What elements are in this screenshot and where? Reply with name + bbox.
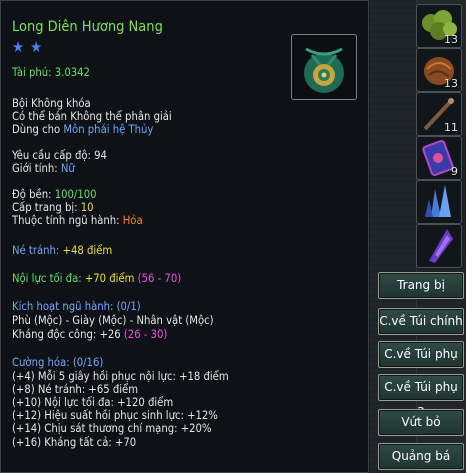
move-to-bag-2-button[interactable]: C.về Túi phụ 2	[378, 341, 464, 386]
equip-button[interactable]: Trang bị	[378, 272, 464, 299]
drop-button[interactable]: Vứt bỏ	[378, 409, 464, 436]
dodge-stat: Né tránh: +48 điểm	[12, 244, 112, 258]
inventory-slot-staff[interactable]: 11	[416, 92, 462, 136]
window-frame-rail	[370, 0, 417, 473]
max-mana-value: +70 điểm	[84, 272, 138, 285]
equip-level: Cấp trang bị: 10	[12, 201, 94, 215]
item-flag-sell: Có thể bán Không thể phân giải	[12, 110, 172, 123]
inventory-slot-herbs[interactable]: 13	[416, 4, 462, 48]
inventory-slot-purple-crystal[interactable]	[416, 224, 462, 268]
usage-label: Dùng cho	[12, 123, 64, 136]
enhance-line: (+16) Kháng tất cả: +70	[12, 436, 137, 449]
gender-requirement: Giới tính: Nữ	[12, 162, 75, 176]
max-mana-range: (56 - 70)	[137, 272, 182, 285]
element-attribute: Thuộc tính ngũ hành: Hỏa	[12, 214, 143, 228]
durability-value: 100/100	[54, 188, 97, 201]
poison-res-range: (26 - 30)	[123, 328, 168, 341]
item-count: 11	[444, 121, 458, 134]
inventory-slot-blue-crystal[interactable]	[416, 180, 462, 224]
dodge-label: Né tránh:	[12, 244, 63, 257]
durability: Độ bền: 100/100	[12, 188, 97, 202]
move-to-bag-3-button[interactable]: C.về Túi phụ 3	[378, 374, 464, 419]
purple-crystal-icon	[429, 229, 453, 263]
gender-label: Giới tính:	[12, 162, 61, 175]
item-name: Long Diên Hương Nang	[12, 19, 163, 35]
enhance-line: (+4) Mỗi 5 giây hồi phục nội lực: +18 đi…	[12, 370, 229, 383]
poison-res-label: Kháng độc công: +26	[12, 328, 124, 341]
advertise-button[interactable]: Quảng bá	[378, 443, 464, 470]
enhance-line: (+12) Hiệu suất hồi phục sinh lực: +12%	[12, 409, 218, 422]
max-mana-stat: Nội lực tối đa: +70 điểm (56 - 70)	[12, 272, 181, 286]
item-tooltip: Long Diên Hương Nang ★★ Tài phú: 3.0342 …	[0, 0, 369, 473]
pouch-item-icon	[304, 47, 344, 93]
inventory-column: 13 13 11 9	[414, 0, 466, 270]
inventory-slot-rune[interactable]: 9	[416, 136, 462, 180]
enhance-line: (+14) Chịu sát thương chí mạng: +20%	[12, 422, 212, 435]
item-count: 13	[444, 77, 458, 90]
durability-label: Độ bền:	[12, 188, 55, 201]
activation-requirement: Phù (Mộc) - Giày (Mộc) - Nhân vật (Mộc)	[12, 314, 214, 327]
poison-resistance: Kháng độc công: +26 (26 - 30)	[12, 328, 167, 342]
item-image-frame	[291, 34, 357, 100]
max-mana-label: Nội lực tối đa:	[12, 272, 85, 285]
stars-icon: ★★	[12, 38, 49, 56]
item-usage: Dùng cho Môn phái hệ Thủy	[12, 123, 153, 137]
item-flag-unlocked: Bội Không khóa	[12, 97, 91, 110]
dodge-value: +48 điểm	[62, 244, 113, 257]
usage-value: Môn phái hệ Thủy	[63, 123, 154, 136]
equip-level-value: 10	[80, 201, 94, 214]
inventory-slot-coconut[interactable]: 13	[416, 48, 462, 92]
gender-value: Nữ	[60, 162, 75, 175]
activation-title: Kích hoạt ngũ hành: (0/1)	[12, 300, 141, 313]
move-to-main-bag-button[interactable]: C.về Túi chính	[378, 308, 464, 335]
element-label: Thuộc tính ngũ hành:	[12, 214, 123, 227]
enhance-line: (+8) Né tránh: +65 điểm	[12, 383, 139, 396]
enhance-line: (+10) Nội lực tối đa: +120 điểm	[12, 396, 174, 409]
enhance-title: Cường hóa: (0/16)	[12, 356, 104, 369]
item-count: 9	[451, 165, 458, 178]
required-level: Yêu cầu cấp độ: 94	[12, 149, 107, 162]
equip-level-label: Cấp trang bị:	[12, 201, 81, 214]
item-wealth: Tài phú: 3.0342	[12, 66, 90, 79]
element-value: Hỏa	[122, 214, 143, 227]
blue-crystal-icon	[425, 185, 451, 217]
item-count: 13	[444, 33, 458, 46]
